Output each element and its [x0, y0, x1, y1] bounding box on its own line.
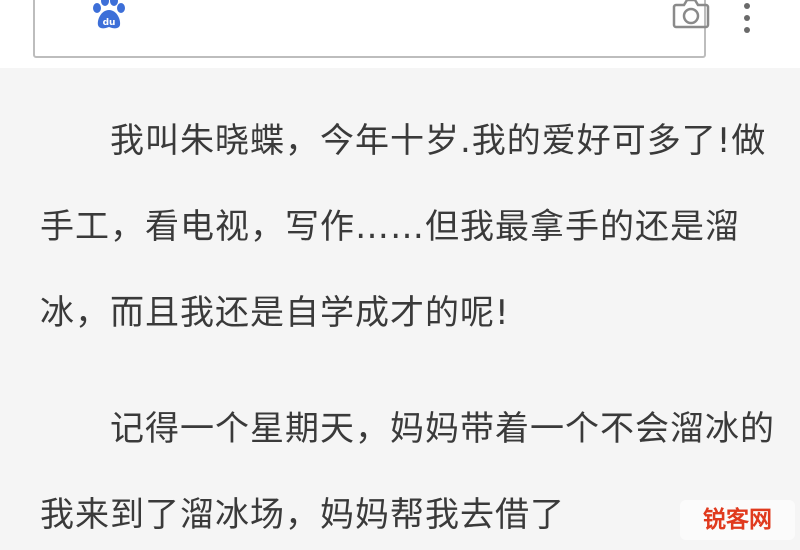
article-body: 我叫朱晓蝶，今年十岁.我的爱好可多了!做手工，看电视，写作……但我最拿手的还是溜… [0, 68, 800, 550]
search-input[interactable] [115, 8, 639, 44]
more-vertical-icon[interactable] [738, 0, 756, 40]
browser-top-bar: du [0, 0, 800, 68]
article-paragraph: 我叫朱晓蝶，今年十岁.我的爱好可多了!做手工，看电视，写作……但我最拿手的还是溜… [40, 121, 767, 333]
svg-text:du: du [103, 18, 116, 28]
article-paragraph: 记得一个星期天，妈妈带着一个不会溜冰的我来到了溜冰场，妈妈帮我去借了 [40, 409, 775, 535]
camera-icon[interactable] [671, 0, 711, 30]
watermark-logo: 锐客网 [680, 500, 795, 540]
search-box[interactable]: du [33, 0, 710, 58]
